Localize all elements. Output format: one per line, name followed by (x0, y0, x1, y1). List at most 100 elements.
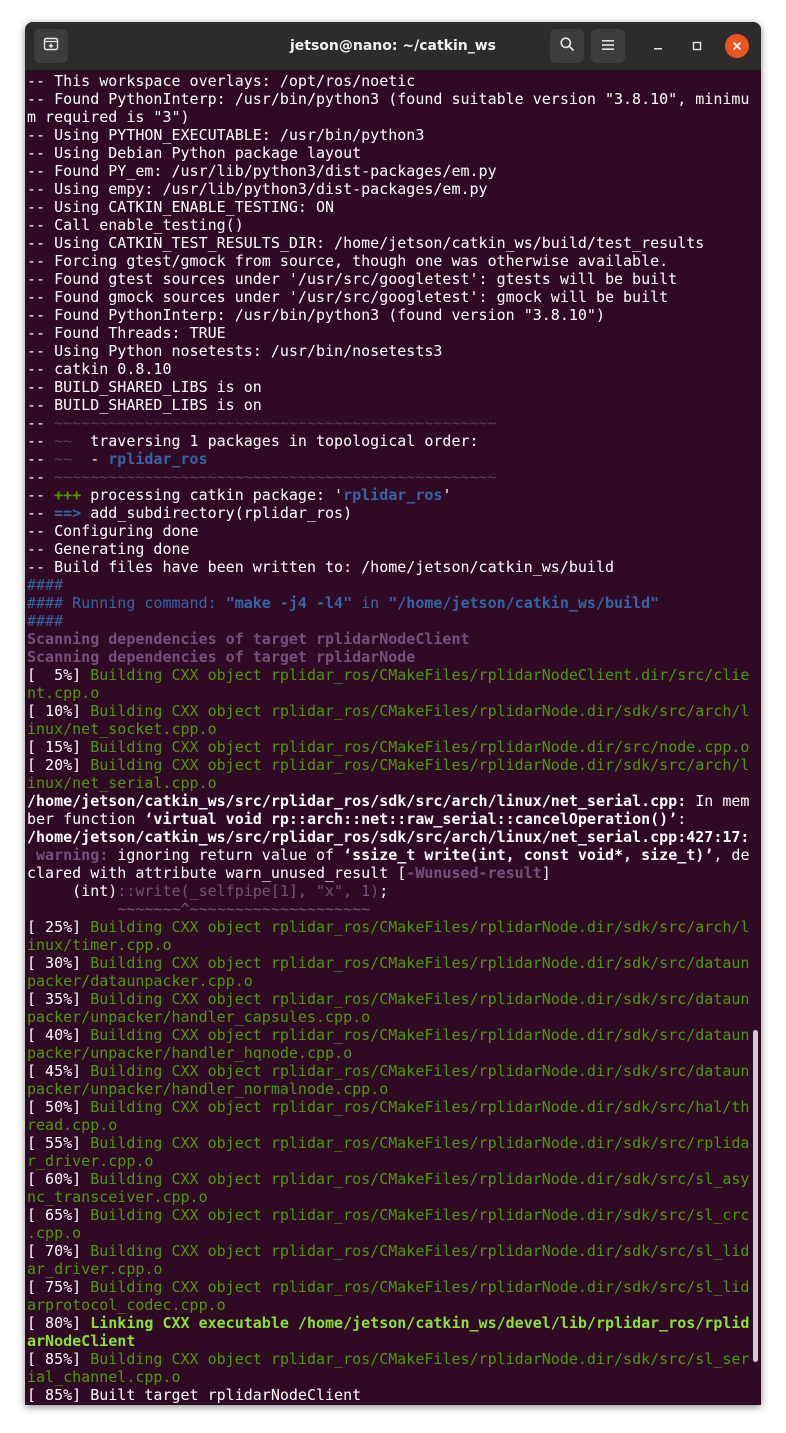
terminal-line: [ 60%] Building CXX object rplidar_ros/C… (27, 1170, 751, 1188)
terminal-line: clared with attribute warn_unused_result… (27, 864, 751, 882)
terminal-text-segment: inux/net_serial.cpp.o (27, 774, 217, 792)
terminal-text-segment: Scanning dependencies of target rplidarN… (27, 630, 470, 648)
terminal-text-segment: ] (541, 864, 551, 882)
terminal-text-segment: ~~~~~~~~~~~~~~~~~~~~~~~~~~~~~~~~~~~~~~~~… (54, 468, 497, 486)
terminal-text-segment: Scanning dependencies of target rplidarN… (27, 648, 416, 666)
terminal-text-segment: inux/net_socket.cpp.o (27, 720, 217, 738)
close-icon (731, 37, 743, 56)
terminal-text-segment: -- Using CATKIN_TEST_RESULTS_DIR: /home/… (27, 234, 705, 252)
terminal-line: #### Running command: "make -j4 -l4" in … (27, 594, 751, 612)
terminal-line: Scanning dependencies of target rplidarN… (27, 648, 751, 666)
terminal-text-segment: packer/unpacker/handler_hqnode.cpp.o (27, 1044, 353, 1062)
search-icon (559, 36, 575, 56)
terminal-line: arprotocol_codec.cpp.o (27, 1296, 751, 1314)
terminal-line: -- Using Python nosetests: /usr/bin/nose… (27, 342, 751, 360)
terminal-text-segment: -- Generating done (27, 540, 190, 558)
terminal-text-segment: -- Found PythonInterp: /usr/bin/python3 … (27, 306, 605, 324)
terminal-text-segment: -- BUILD_SHARED_LIBS is on (27, 396, 262, 414)
terminal-text-segment: ::write(_selfpipe[1], "x", 1) (117, 882, 380, 900)
terminal-line: arNodeClient (27, 1332, 751, 1350)
terminal-text-segment: rplidar_ros (343, 486, 443, 504)
terminal-text-segment: +++ (54, 486, 82, 504)
terminal-line: ar_driver.cpp.o (27, 1260, 751, 1278)
terminal-window: jetson@nano: ~/catkin_ws -- This workspa… (25, 22, 761, 1405)
menu-button[interactable] (591, 29, 625, 63)
terminal-text-segment: -- Call enable_testing() (27, 216, 244, 234)
terminal-text-segment: Building CXX object rplidar_ros/CMakeFil… (90, 1170, 750, 1188)
terminal-text-segment: ‘ssize_t write(int, const void*, size_t)… (343, 846, 714, 864)
new-tab-button[interactable] (34, 29, 68, 63)
terminal-text-segment: [ 65%] (27, 1206, 91, 1224)
terminal-text-segment: #### (27, 612, 64, 630)
minimize-button[interactable] (646, 34, 670, 58)
terminal-text-segment: (int) (27, 882, 118, 900)
terminal-line: -- Using CATKIN_TEST_RESULTS_DIR: /home/… (27, 234, 751, 252)
terminal-text-segment: [ 60%] (27, 1170, 91, 1188)
scrollbar-thumb[interactable] (753, 1030, 758, 1362)
terminal-text-segment: [ 5%] (27, 666, 91, 684)
terminal-line: [ 85%] Built target rplidarNodeClient (27, 1386, 751, 1404)
terminal-text-segment: -- Found PY_em: /usr/lib/python3/dist-pa… (27, 162, 497, 180)
terminal-text-segment: nc_transceiver.cpp.o (27, 1188, 208, 1206)
terminal-line: [ 85%] Building CXX object rplidar_ros/C… (27, 1350, 751, 1368)
terminal-line: -- Forcing gtest/gmock from source, thou… (27, 252, 751, 270)
search-button[interactable] (550, 29, 584, 63)
terminal-line: -- Found Threads: TRUE (27, 324, 751, 342)
terminal-text-segment: [ 15%] (27, 738, 91, 756)
terminal-text-segment: Linking CXX executable /home/jetson/catk… (90, 1314, 750, 1332)
terminal-text-segment: -- Using empy: /usr/lib/python3/dist-pac… (27, 180, 488, 198)
terminal-text-segment: Building CXX object rplidar_ros/CMakeFil… (90, 1278, 750, 1296)
terminal-text-segment: ~~~~~~~~~~~~~~~~~~~~~~~~~~~~~~~~~~~~~~~~… (54, 414, 497, 432)
terminal-line: Scanning dependencies of target rplidarN… (27, 630, 751, 648)
terminal-line: -- Found gtest sources under '/usr/src/g… (27, 270, 751, 288)
terminal-line: nt.cpp.o (27, 684, 751, 702)
terminal-text-segment: Building CXX object rplidar_ros/CMakeFil… (90, 1350, 750, 1368)
title-bar[interactable]: jetson@nano: ~/catkin_ws (25, 22, 761, 71)
maximize-button[interactable] (685, 34, 709, 58)
terminal-output[interactable]: -- This workspace overlays: /opt/ros/noe… (27, 72, 751, 1405)
terminal-text-segment: ' (442, 486, 452, 504)
terminal-line: [ 75%] Building CXX object rplidar_ros/C… (27, 1278, 751, 1296)
terminal-line: [ 45%] Building CXX object rplidar_ros/C… (27, 1062, 751, 1080)
terminal-text-segment: [ 70%] (27, 1242, 91, 1260)
terminal-text-segment: in (352, 594, 389, 612)
terminal-text-segment: [ 75%] (27, 1278, 91, 1296)
terminal-text-segment: -- Using CATKIN_ENABLE_TESTING: ON (27, 198, 335, 216)
terminal-line: warning: ignoring return value of ‘ssize… (27, 846, 751, 864)
terminal-text-segment: [ 45%] (27, 1062, 91, 1080)
terminal-text-segment: packer/unpacker/handler_capsules.cpp.o (27, 1008, 371, 1026)
terminal-line: -- Call enable_testing() (27, 216, 751, 234)
terminal-text-segment: #### (27, 576, 64, 594)
terminal-text-segment: "/home/jetson/catkin_ws/build" (388, 594, 660, 612)
terminal-text-segment: Building CXX object rplidar_ros/CMakeFil… (90, 1134, 750, 1152)
maximize-icon (691, 37, 703, 56)
terminal-text-segment: -Wunused-result (406, 864, 542, 882)
close-button[interactable] (725, 34, 749, 58)
terminal-text-segment: -- This workspace overlays: /opt/ros/noe… (27, 72, 416, 90)
terminal-line: #### (27, 576, 751, 594)
terminal-line: [ 20%] Building CXX object rplidar_ros/C… (27, 756, 751, 774)
terminal-line: -- Found PY_em: /usr/lib/python3/dist-pa… (27, 162, 751, 180)
terminal-line: m required is "3") (27, 108, 751, 126)
terminal-line: ber function ‘virtual void rp::arch::net… (27, 810, 751, 828)
terminal-text-segment: [ 80%] (27, 1314, 91, 1332)
terminal-text-segment: add_subdirectory(rplidar_ros) (81, 504, 353, 522)
terminal-line: (int)::write(_selfpipe[1], "x", 1); (27, 882, 751, 900)
terminal-line: /home/jetson/catkin_ws/src/rplidar_ros/s… (27, 792, 751, 810)
terminal-text-segment: ~~~~~~~^~~~~~~~~~~~~~~~~~~~~ (117, 900, 371, 918)
terminal-line: -- ~~ traversing 1 packages in topologic… (27, 432, 751, 450)
terminal-text-segment: clared with attribute warn_unused_result… (27, 864, 407, 882)
terminal-text-segment: ber function (27, 810, 145, 828)
terminal-text-segment: [ 55%] (27, 1134, 91, 1152)
terminal-line: -- Using Debian Python package layout (27, 144, 751, 162)
terminal-text-segment: packer/dataunpacker.cpp.o (27, 972, 253, 990)
terminal-line: -- BUILD_SHARED_LIBS is on (27, 378, 751, 396)
terminal-text-segment: -- Using Debian Python package layout (27, 144, 362, 162)
terminal-line: -- +++ processing catkin package: 'rplid… (27, 486, 751, 504)
terminal-line: -- catkin 0.8.10 (27, 360, 751, 378)
terminal-line: -- Using empy: /usr/lib/python3/dist-pac… (27, 180, 751, 198)
terminal-line: packer/unpacker/handler_normalnode.cpp.o (27, 1080, 751, 1098)
terminal-line: -- ~~~~~~~~~~~~~~~~~~~~~~~~~~~~~~~~~~~~~… (27, 468, 751, 486)
terminal-text-segment: ial_channel.cpp.o (27, 1368, 181, 1386)
hamburger-menu-icon (601, 37, 615, 56)
